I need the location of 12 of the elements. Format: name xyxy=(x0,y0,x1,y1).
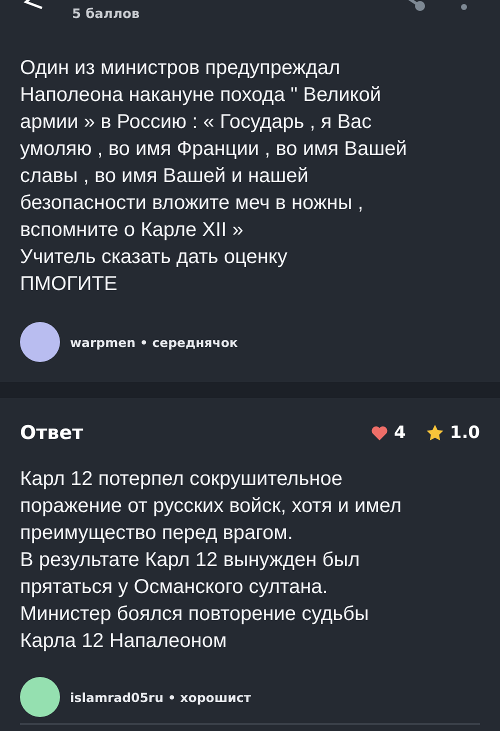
author-name[interactable]: islamrad05ru • хорошист xyxy=(70,690,252,704)
answer-title: Ответ xyxy=(20,422,84,444)
avatar[interactable] xyxy=(20,677,60,717)
avatar[interactable] xyxy=(20,322,60,362)
star-icon[interactable] xyxy=(426,424,444,442)
rating-value: 1.0 xyxy=(450,423,480,443)
heart-icon[interactable] xyxy=(371,426,388,440)
answer-text: Карл 12 потерпел сокрушительное поражение от русских войск, хотя и имел преимущество перед врагом. В результате Карл 12 вынужден был прятаться у Османского султана. Министер боялся повторение судьбы Карла 12 Напалеоном xyxy=(20,467,402,654)
likes-count: 4 xyxy=(394,423,406,443)
author-name[interactable]: warpmen • середнячок xyxy=(70,334,238,350)
question-text: Один из министров предупреждал Наполеона накануне похода " Великой армии » в Россию : « Государь , я Вас умоляю , во имя Франции , во имя Вашей славы , во имя Вашей и нашей безопасности вложите меч в ножны , вспомните о Карле XII » Учитель сказать дать оценку ПМОГИТЕ xyxy=(20,56,408,297)
points-label: 5 баллов xyxy=(72,7,140,22)
